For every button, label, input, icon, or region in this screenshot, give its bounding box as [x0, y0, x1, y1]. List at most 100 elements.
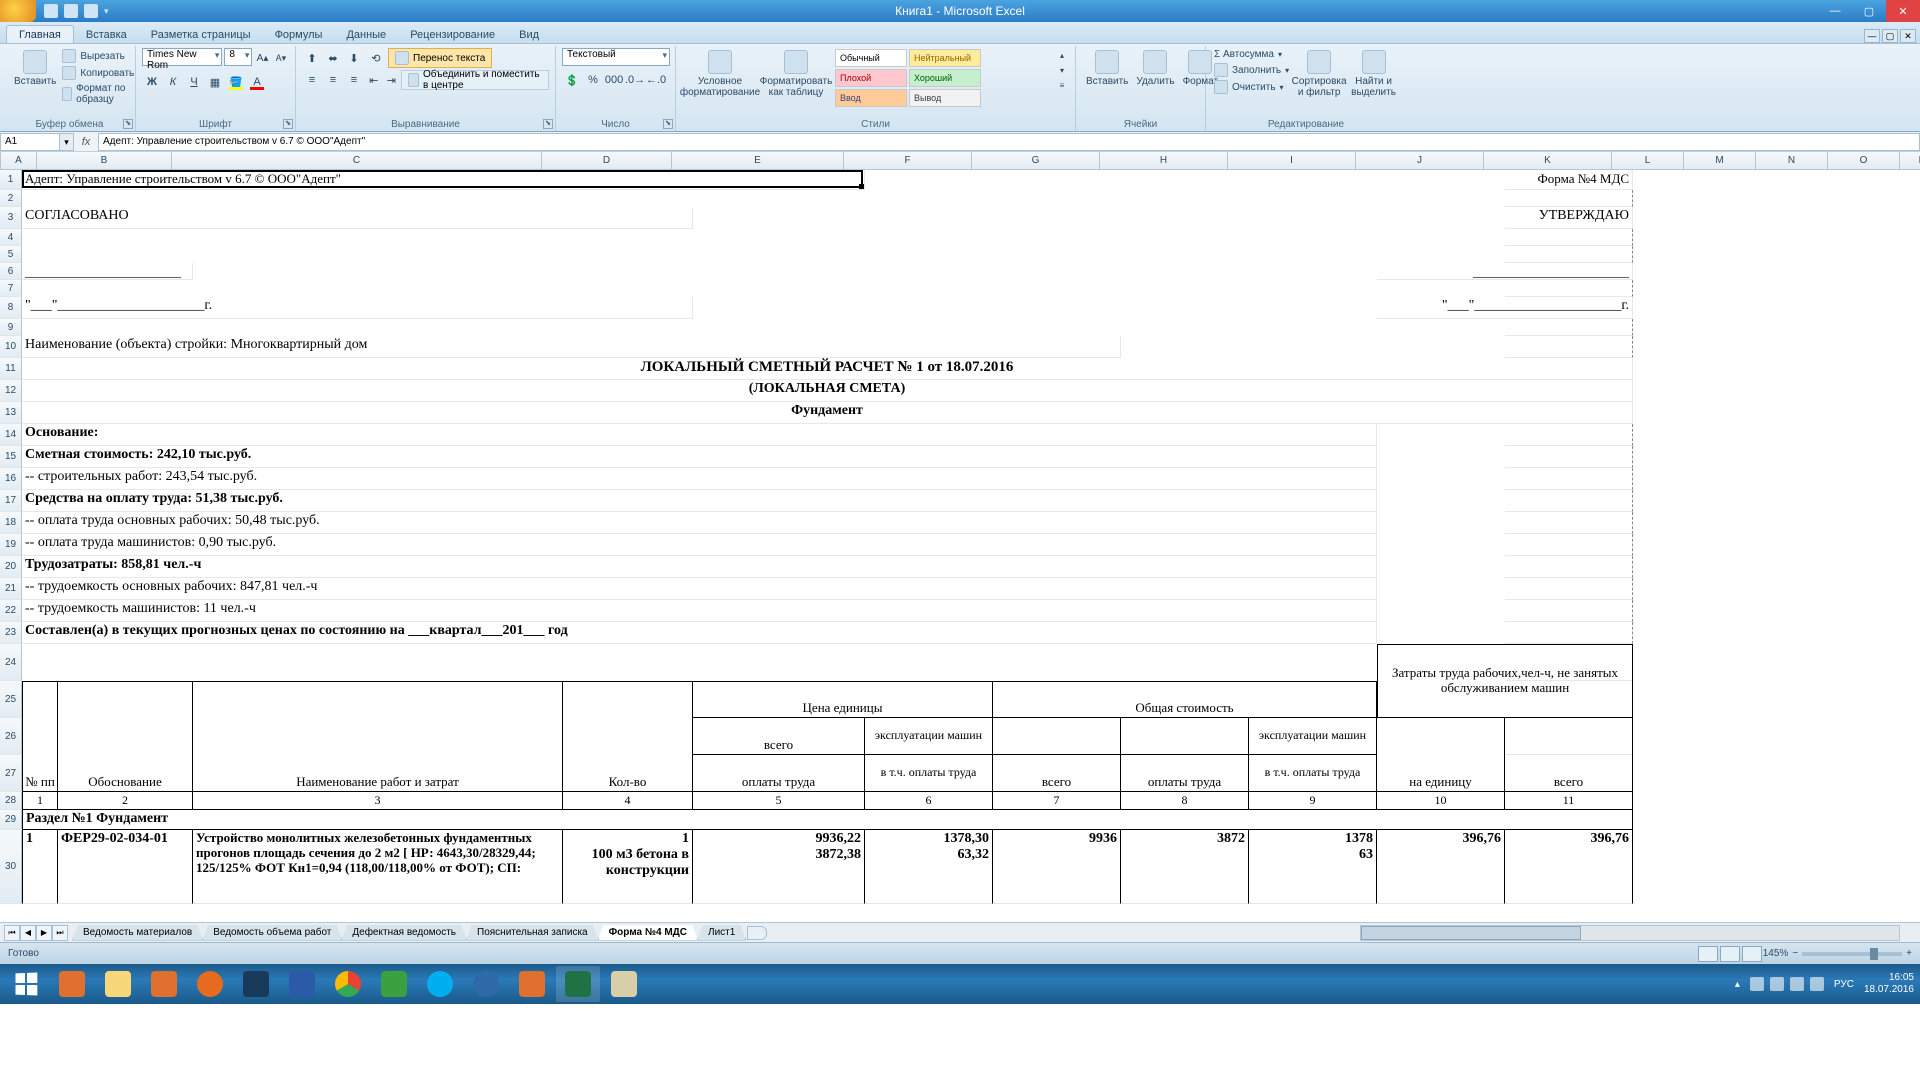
qat-dropdown-icon[interactable]: ▾ — [104, 6, 109, 17]
clear-button[interactable]: Очистить▾ — [1212, 79, 1291, 95]
data-code[interactable]: ФЕР29-02-034-01 — [58, 830, 193, 904]
taskbar-paint[interactable] — [602, 966, 646, 1002]
row-header-30[interactable]: 30 — [0, 830, 22, 904]
orientation-button[interactable]: ⟲ — [366, 48, 386, 68]
row-header-22[interactable]: 22 — [0, 600, 22, 622]
hdr-h-blank[interactable] — [1121, 718, 1249, 755]
format-as-table-button[interactable]: Форматировать как таблицу — [758, 48, 834, 108]
data-qty[interactable]: 1 100 м3 бетона в конструкции — [563, 830, 693, 904]
hdr-g-blank[interactable] — [993, 718, 1121, 755]
row-header-28[interactable]: 28 — [0, 792, 22, 810]
row-header-11[interactable]: 11 — [0, 358, 22, 380]
workbook-close-button[interactable]: ✕ — [1900, 29, 1916, 43]
row-header-16[interactable]: 16 — [0, 468, 22, 490]
tab-data[interactable]: Данные — [334, 26, 398, 43]
hdr-npp[interactable]: № пп — [22, 681, 58, 792]
row-header-9[interactable]: 9 — [0, 319, 22, 336]
close-button[interactable]: ✕ — [1886, 0, 1920, 22]
data-s-eksp[interactable]: 1378 63 — [1249, 830, 1377, 904]
merge-center-button[interactable]: Объединить и поместить в центре — [401, 70, 549, 90]
border-button[interactable]: ▦ — [205, 72, 225, 92]
row-header-18[interactable]: 18 — [0, 512, 22, 534]
cell-row-18[interactable]: -- оплата труда основных рабочих: 50,48 … — [22, 512, 1377, 534]
styles-scroll-up[interactable]: ▴ — [1055, 48, 1069, 62]
hdr-h-opl[interactable]: оплаты труда — [1121, 755, 1249, 792]
styles-scroll-down[interactable]: ▾ — [1055, 63, 1069, 77]
tray-clock[interactable]: 16:05 18.07.2016 — [1864, 972, 1914, 996]
horizontal-scrollbar[interactable] — [1360, 925, 1900, 941]
font-color-button[interactable]: A — [247, 72, 267, 92]
hdr-e-vsego[interactable]: всего — [693, 718, 865, 755]
column-header-G[interactable]: G — [972, 152, 1100, 169]
styles-more-button[interactable]: ≡ — [1055, 78, 1069, 92]
paste-button[interactable]: Вставить — [10, 48, 60, 106]
hdr-g-vsego[interactable]: всего — [993, 755, 1121, 792]
cell-A1[interactable]: Адепт: Управление строительством v 6.7 ©… — [22, 170, 865, 190]
cell-row-17[interactable]: Средства на оплату труда: 51,38 тыс.руб. — [22, 490, 1377, 512]
tab-insert[interactable]: Вставка — [74, 26, 139, 43]
insert-cells-button[interactable]: Вставить — [1082, 48, 1132, 89]
cell-K6[interactable]: ________________________ — [1377, 263, 1633, 280]
sheet-tab-3[interactable]: Пояснительная записка — [466, 925, 599, 941]
workbook-minimize-button[interactable]: — — [1864, 29, 1880, 43]
zoom-in-button[interactable]: + — [1906, 948, 1912, 959]
cell-A3[interactable]: СОГЛАСОВАНО — [22, 207, 693, 229]
row-header-13[interactable]: 13 — [0, 402, 22, 424]
cell-row-16[interactable]: -- строительных работ: 243,54 тыс.руб. — [22, 468, 1377, 490]
decrease-decimal-button[interactable]: ←.0 — [646, 70, 666, 90]
taskbar-photoshop[interactable] — [234, 966, 278, 1002]
row-header-6[interactable]: 6 — [0, 263, 22, 280]
sheet-nav-next[interactable]: ▶ — [36, 925, 52, 941]
row-header-14[interactable]: 14 — [0, 424, 22, 446]
row-header-24[interactable]: 24 — [0, 644, 22, 681]
row-header-23[interactable]: 23 — [0, 622, 22, 644]
align-left-button[interactable]: ≡ — [302, 70, 322, 90]
cell-row-20[interactable]: Трудозатраты: 858,81 чел.-ч — [22, 556, 1377, 578]
undo-icon[interactable] — [64, 4, 78, 18]
hdr-num-9[interactable]: 9 — [1249, 792, 1377, 810]
wrap-text-button[interactable]: Перенос текста — [388, 48, 492, 68]
row-header-8[interactable]: 8 — [0, 297, 22, 319]
fill-button[interactable]: Заполнить▾ — [1212, 62, 1291, 78]
column-header-D[interactable]: D — [542, 152, 672, 169]
hdr-e-opl[interactable]: оплаты труда — [693, 755, 865, 792]
row-header-2[interactable]: 2 — [0, 190, 22, 207]
hdr-num-11[interactable]: 11 — [1505, 792, 1633, 810]
column-header-F[interactable]: F — [844, 152, 972, 169]
row-header-10[interactable]: 10 — [0, 336, 22, 358]
row-header-5[interactable]: 5 — [0, 246, 22, 263]
percent-format-button[interactable]: % — [583, 70, 603, 90]
data-c-eksp[interactable]: 1378,30 63,32 — [865, 830, 993, 904]
cell-row-21[interactable]: -- трудоемкость основных рабочих: 847,81… — [22, 578, 1377, 600]
align-top-button[interactable]: ⬆ — [302, 48, 322, 68]
hdr-i-vtch[interactable]: в т.ч. оплаты труда — [1249, 755, 1377, 792]
row-header-29[interactable]: 29 — [0, 810, 22, 830]
align-middle-button[interactable]: ⬌ — [323, 48, 343, 68]
hdr-num-3[interactable]: 3 — [193, 792, 563, 810]
sheet-tab-5[interactable]: Лист1 — [697, 925, 746, 941]
hdr-cena[interactable]: Цена единицы — [693, 681, 993, 718]
row-header-17[interactable]: 17 — [0, 490, 22, 512]
tab-formulas[interactable]: Формулы — [263, 26, 335, 43]
data-z-ed[interactable]: 396,76 — [1377, 830, 1505, 904]
style-good[interactable]: Хороший — [909, 69, 981, 87]
hdr-i-ekspl[interactable]: эксплуатации машин — [1249, 718, 1377, 755]
data-s-vsego[interactable]: 9936 — [993, 830, 1121, 904]
sort-filter-button[interactable]: Сортировка и фильтр — [1291, 48, 1347, 100]
cell-K3[interactable]: УТВЕРЖДАЮ — [1505, 207, 1633, 229]
tray-volume-icon[interactable] — [1810, 977, 1824, 991]
minimize-button[interactable]: — — [1818, 0, 1852, 22]
find-select-button[interactable]: Найти и выделить — [1347, 48, 1400, 100]
sheet-tab-4[interactable]: Форма №4 МДС — [598, 925, 698, 941]
tray-icon-1[interactable] — [1750, 977, 1764, 991]
sheet-nav-first[interactable]: ⏮ — [4, 925, 20, 941]
cell-A10[interactable]: Наименование (объекта) стройки: Многоква… — [22, 336, 1121, 358]
number-dialog-launcher[interactable]: ⬊ — [663, 119, 673, 129]
hdr-num-6[interactable]: 6 — [865, 792, 993, 810]
row-header-25[interactable]: 25 — [0, 681, 22, 718]
hdr-num-5[interactable]: 5 — [693, 792, 865, 810]
column-header-C[interactable]: C — [172, 152, 542, 169]
align-bottom-button[interactable]: ⬇ — [344, 48, 364, 68]
column-header-I[interactable]: I — [1228, 152, 1356, 169]
row-header-26[interactable]: 26 — [0, 718, 22, 755]
